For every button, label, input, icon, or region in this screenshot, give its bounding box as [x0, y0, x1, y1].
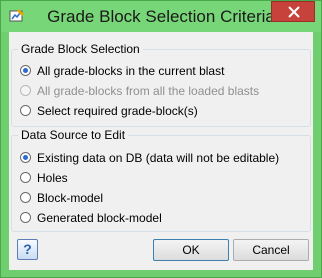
- close-button[interactable]: [271, 1, 315, 22]
- radio-button[interactable]: [20, 172, 31, 183]
- grade-block-selection-title: Grade Block Selection: [18, 42, 143, 56]
- close-icon: [288, 6, 300, 18]
- radio-label: Holes: [37, 170, 68, 185]
- radio-button[interactable]: [20, 212, 31, 223]
- radio-all-loaded-blasts: All grade-blocks from all the loaded bla…: [20, 82, 259, 99]
- data-source-title: Data Source to Edit: [18, 128, 129, 142]
- radio-generated-block-model[interactable]: Generated block-model: [20, 209, 162, 226]
- radio-button-disabled: [20, 85, 31, 96]
- radio-button-checked[interactable]: [20, 65, 31, 76]
- radio-button[interactable]: [20, 105, 31, 116]
- radio-block-model[interactable]: Block-model: [20, 189, 103, 206]
- help-button[interactable]: ?: [17, 239, 38, 260]
- radio-button[interactable]: [20, 192, 31, 203]
- data-source-group: Data Source to Edit Existing data on DB …: [11, 128, 311, 232]
- radio-select-required[interactable]: Select required grade-block(s): [20, 102, 198, 119]
- ok-button[interactable]: OK: [153, 239, 229, 261]
- radio-holes[interactable]: Holes: [20, 169, 68, 186]
- radio-label: Select required grade-block(s): [37, 103, 198, 118]
- dialog-window: Grade Block Selection Criteria Grade Blo…: [0, 0, 322, 278]
- radio-label: Existing data on DB (data will not be ed…: [37, 150, 280, 165]
- radio-label: All grade-blocks in the current blast: [37, 63, 225, 78]
- radio-existing-data[interactable]: Existing data on DB (data will not be ed…: [20, 149, 279, 166]
- radio-label: Generated block-model: [37, 210, 162, 225]
- cancel-button[interactable]: Cancel: [233, 239, 309, 261]
- help-icon: ?: [23, 241, 32, 257]
- dialog-body: Grade Block Selection All grade-blocks i…: [9, 32, 313, 270]
- radio-label: Block-model: [37, 190, 104, 205]
- radio-label: All grade-blocks from all the loaded bla…: [37, 83, 260, 98]
- title-bar[interactable]: Grade Block Selection Criteria: [1, 1, 321, 32]
- radio-all-current-blast[interactable]: All grade-blocks in the current blast: [20, 62, 224, 79]
- radio-button-checked[interactable]: [20, 152, 31, 163]
- grade-block-selection-group: Grade Block Selection All grade-blocks i…: [11, 42, 311, 127]
